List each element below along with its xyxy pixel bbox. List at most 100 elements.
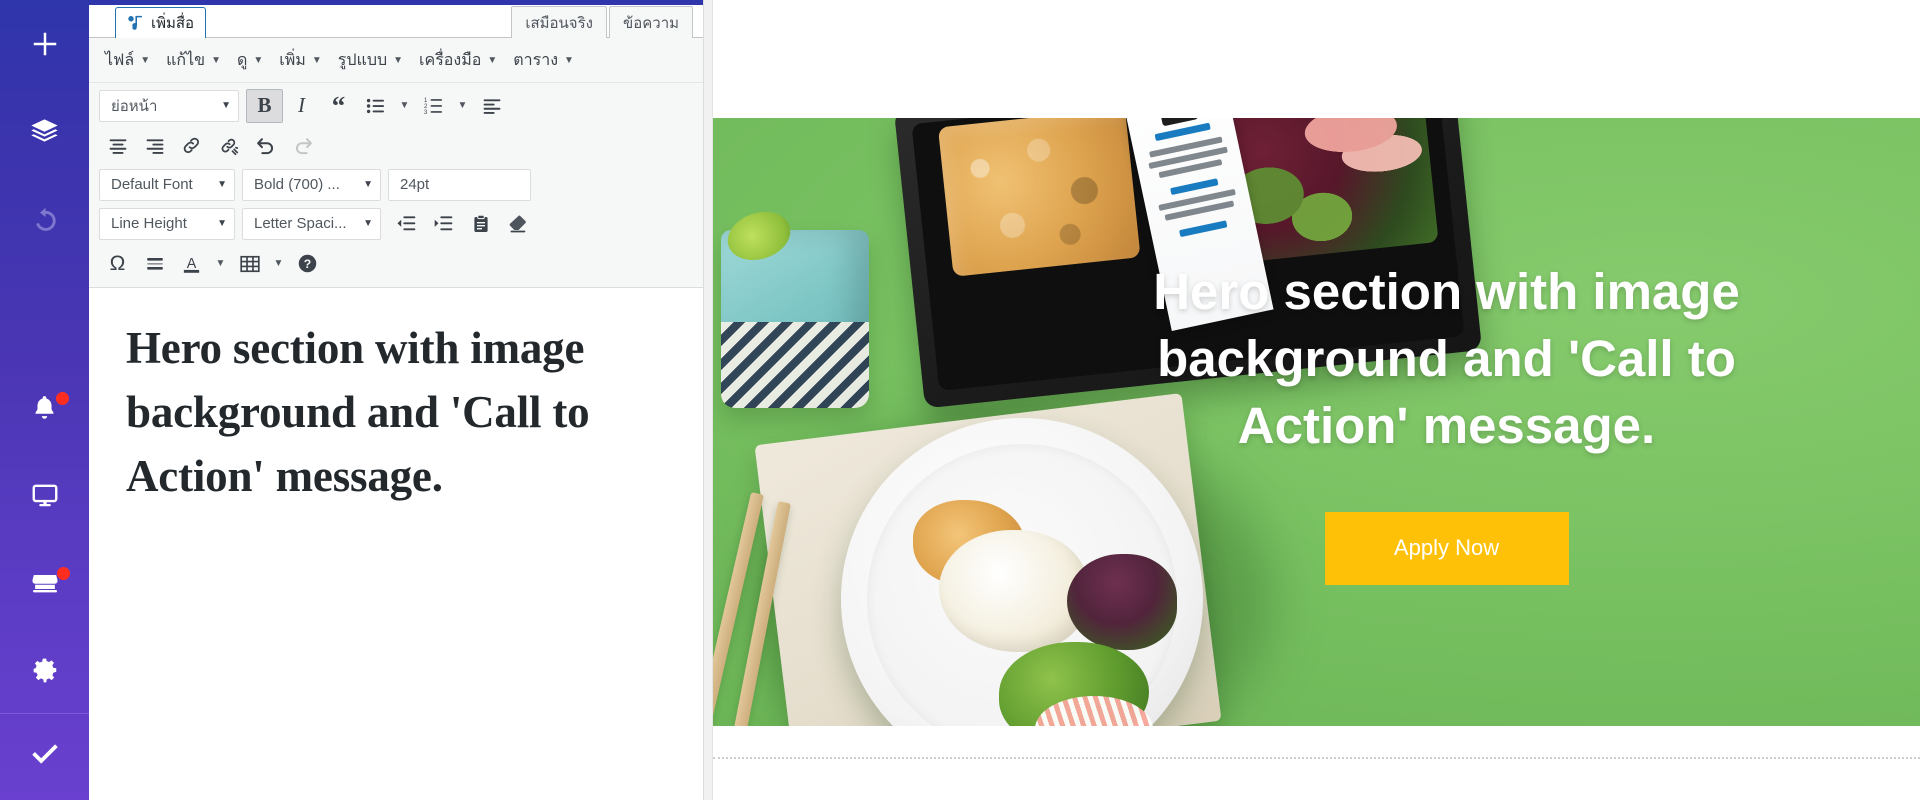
font-family-value: Default Font	[111, 176, 193, 194]
table-button[interactable]	[231, 247, 268, 281]
align-right-button[interactable]	[136, 129, 173, 163]
font-size-value: 24pt	[400, 176, 430, 194]
hero-title[interactable]: Hero section with image background and '…	[1117, 259, 1777, 459]
increase-indent-button[interactable]	[425, 207, 462, 241]
undo-icon	[30, 204, 60, 234]
bullet-list-options-caret[interactable]: ▼	[394, 89, 415, 123]
redo-icon	[292, 135, 314, 157]
bullet-list-icon	[366, 96, 386, 116]
italic-glyph: I	[298, 93, 305, 118]
special-character-button[interactable]: Ω	[99, 247, 136, 281]
sidebar-item-add[interactable]	[0, 0, 89, 87]
chevron-down-icon: ▼	[363, 218, 373, 230]
section-drop-separator	[713, 757, 1920, 759]
keyboard-shortcuts-button[interactable]: ?	[289, 247, 326, 281]
decrease-indent-button[interactable]	[388, 207, 425, 241]
sidebar-item-preview[interactable]	[0, 451, 89, 538]
chevron-down-icon: ▼	[211, 55, 221, 67]
hero-section[interactable]: Hero section with image background and '…	[713, 118, 1920, 726]
line-height-select[interactable]: Line Height ▼	[99, 207, 235, 240]
paste-as-text-button[interactable]	[462, 207, 499, 241]
menu-insert[interactable]: เพิ่ม ▼	[273, 44, 331, 78]
menu-edit[interactable]: แก้ไข ▼	[160, 44, 231, 78]
editor-toolbars: ไฟล์ ▼ แก้ไข ▼ ดู ▼ เพิ่ม ▼ รูปแบบ ▼ เคร…	[89, 38, 703, 288]
outdent-icon	[396, 213, 417, 234]
sidebar-item-layers[interactable]	[0, 87, 89, 174]
text-color-icon: A	[181, 253, 202, 275]
editor-content-text[interactable]: Hero section with image background and '…	[126, 316, 669, 509]
clipboard-icon	[471, 214, 491, 234]
align-center-button[interactable]	[99, 129, 136, 163]
hr-icon	[145, 254, 165, 274]
chevron-down-icon: ▼	[393, 55, 404, 67]
numbered-list-options-caret[interactable]: ▼	[452, 89, 473, 123]
menu-view-label: ดู	[236, 52, 248, 69]
add-media-button[interactable]: เพิ่มสื่อ	[115, 7, 207, 38]
toolbar-row-5: Ω A ▼ ▼ ?	[89, 247, 703, 287]
sidebar-item-publish[interactable]	[0, 714, 89, 800]
sidebar-item-store[interactable]	[0, 539, 89, 626]
menu-file[interactable]: ไฟล์ ▼	[99, 44, 160, 78]
link-icon	[181, 135, 202, 156]
gear-icon	[30, 655, 60, 685]
menu-table[interactable]: ตาราง ▼	[507, 44, 584, 78]
add-media-label: เพิ่มสื่อ	[151, 15, 195, 32]
menu-insert-label: เพิ่ม	[279, 52, 306, 69]
editor-application: เพิ่มสื่อ เสมือนจริง ข้อความ ไฟล์ ▼ แก้ไ…	[0, 0, 1920, 800]
align-left-button[interactable]	[473, 89, 510, 123]
editor-menubar: ไฟล์ ▼ แก้ไข ▼ ดู ▼ เพิ่ม ▼ รูปแบบ ▼ เคร…	[89, 38, 703, 83]
sidebar-item-notifications[interactable]	[0, 364, 89, 451]
insert-link-button[interactable]	[173, 129, 210, 163]
preview-page: Hero section with image background and '…	[712, 0, 1920, 800]
numbered-list-button[interactable]: 1 2 3	[415, 89, 452, 123]
menu-tools[interactable]: เครื่องมือ ▼	[413, 44, 507, 78]
editor-content-area[interactable]: Hero section with image background and '…	[89, 287, 703, 800]
chevron-down-icon: ▼	[564, 55, 574, 67]
redo-button[interactable]	[284, 129, 321, 163]
bold-glyph: B	[257, 93, 272, 118]
tab-text[interactable]: ข้อความ	[608, 6, 693, 38]
horizontal-rule-button[interactable]	[136, 247, 173, 281]
text-color-options-caret[interactable]: ▼	[210, 247, 231, 281]
toolbar-row-1: ย่อหน้า ▼ B I “ ▼ 1 2 3 ▼	[89, 83, 703, 129]
undo-button[interactable]	[247, 129, 284, 163]
font-size-select[interactable]: 24pt	[388, 168, 531, 201]
bell-icon	[30, 393, 59, 422]
chevron-down-icon: ▼	[140, 55, 151, 67]
menu-view[interactable]: ดู ▼	[231, 44, 273, 78]
font-weight-select[interactable]: Bold (700) ... ▼	[242, 168, 381, 201]
italic-button[interactable]: I	[283, 89, 320, 123]
chevron-down-icon: ▼	[221, 100, 231, 112]
apply-now-button[interactable]: Apply Now	[1324, 511, 1569, 585]
editor-tabs-row: เพิ่มสื่อ เสมือนจริง ข้อความ	[89, 5, 703, 38]
text-color-button[interactable]: A	[173, 247, 210, 281]
menu-format-label: รูปแบบ	[337, 52, 388, 69]
table-options-caret[interactable]: ▼	[268, 247, 289, 281]
left-sidebar	[0, 0, 89, 800]
bold-button[interactable]: B	[246, 88, 283, 123]
menu-format[interactable]: รูปแบบ ▼	[332, 44, 413, 78]
check-icon	[28, 738, 62, 777]
tab-visual[interactable]: เสมือนจริง	[511, 6, 607, 38]
font-family-select[interactable]: Default Font ▼	[99, 168, 235, 201]
monitor-icon	[30, 480, 60, 510]
toolbar-row-2	[89, 129, 703, 169]
toolbar-row-3: Default Font ▼ Bold (700) ... ▼ 24pt	[89, 168, 703, 207]
tab-visual-label: เสมือนจริง	[525, 14, 593, 32]
bullet-list-button[interactable]	[357, 89, 394, 123]
sidebar-item-settings[interactable]	[0, 626, 89, 713]
chevron-down-icon: ▼	[311, 55, 322, 67]
svg-text:A: A	[187, 255, 197, 271]
letter-spacing-value: Letter Spaci...	[254, 215, 347, 233]
blockquote-button[interactable]: “	[320, 89, 357, 123]
clear-formatting-button[interactable]	[499, 207, 536, 241]
paragraph-format-value: ย่อหน้า	[111, 97, 158, 115]
menu-tools-label: เครื่องมือ	[419, 52, 482, 69]
svg-text:3: 3	[424, 110, 428, 116]
svg-text:?: ?	[304, 257, 311, 271]
sidebar-item-undo[interactable]	[0, 175, 89, 262]
paragraph-format-select[interactable]: ย่อหน้า ▼	[99, 89, 239, 122]
remove-link-button[interactable]	[210, 129, 247, 163]
letter-spacing-select[interactable]: Letter Spaci... ▼	[242, 207, 381, 240]
